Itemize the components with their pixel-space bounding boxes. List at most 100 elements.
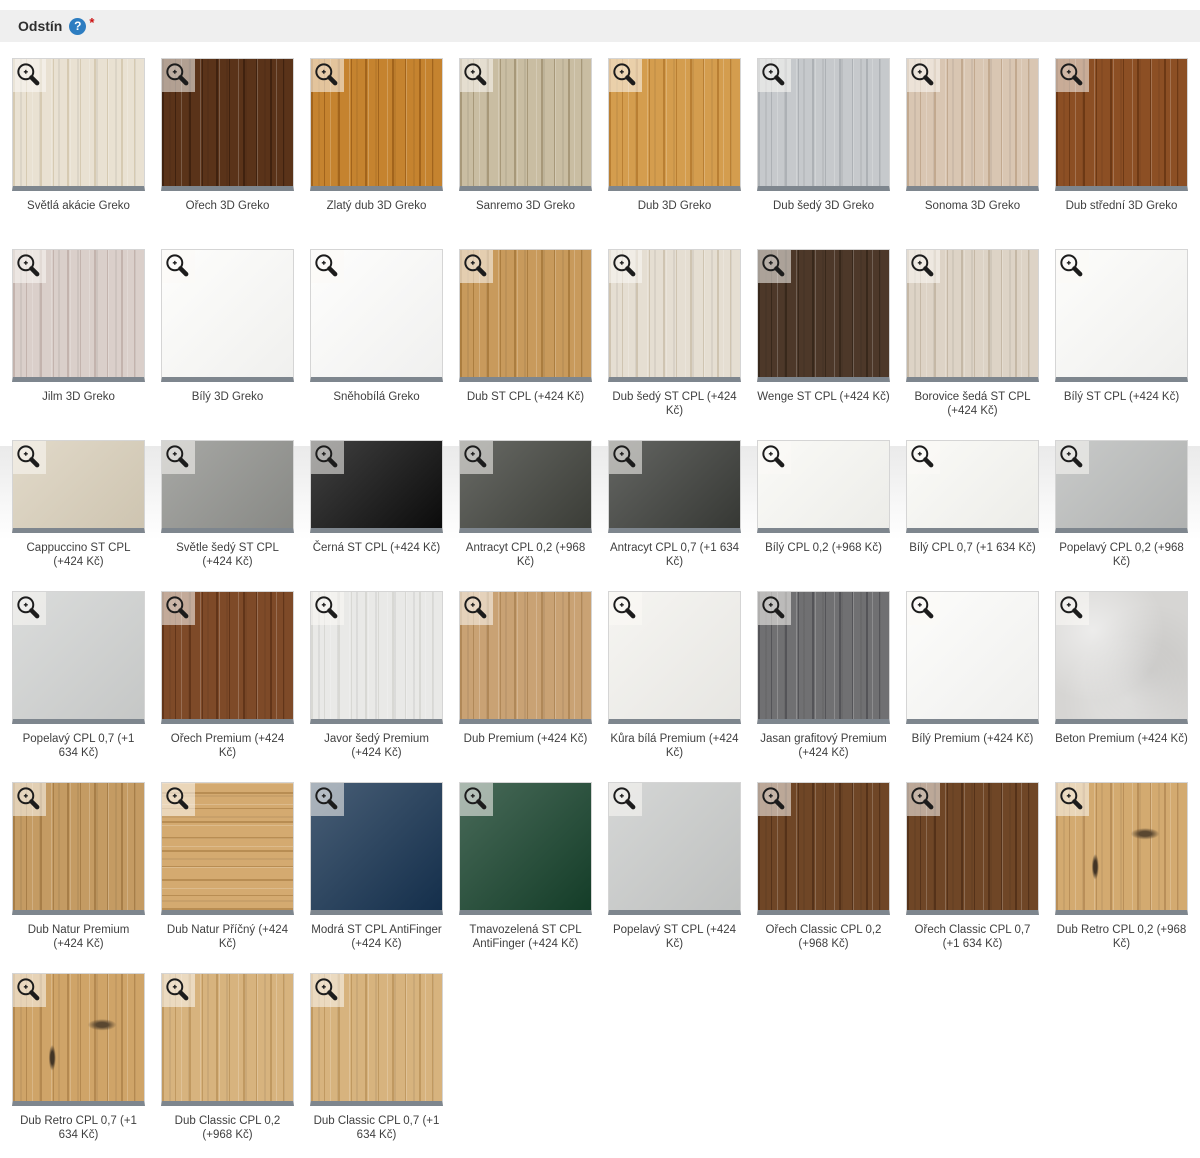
magnifier-plus-icon[interactable] [460, 592, 493, 625]
magnifier-plus-icon[interactable] [162, 592, 195, 625]
magnifier-plus-icon[interactable] [758, 441, 791, 474]
swatch-image[interactable] [757, 249, 890, 382]
swatch-image[interactable] [1055, 249, 1188, 382]
swatch-option[interactable]: Jilm 3D Greko [12, 249, 145, 418]
swatch-option[interactable]: Černá ST CPL (+424 Kč) [310, 440, 443, 569]
swatch-image[interactable] [608, 440, 741, 533]
magnifier-plus-icon[interactable] [907, 59, 940, 92]
swatch-image[interactable] [1055, 591, 1188, 724]
swatch-image[interactable] [459, 58, 592, 191]
swatch-option[interactable]: Jasan grafitový Premium (+424 Kč) [757, 591, 890, 760]
swatch-image[interactable] [459, 782, 592, 915]
magnifier-plus-icon[interactable] [460, 59, 493, 92]
swatch-option[interactable]: Dub Natur Příčný (+424 Kč) [161, 782, 294, 951]
swatch-image[interactable] [906, 249, 1039, 382]
magnifier-plus-icon[interactable] [609, 59, 642, 92]
swatch-option[interactable]: Světle šedý ST CPL (+424 Kč) [161, 440, 294, 569]
swatch-image[interactable] [12, 58, 145, 191]
swatch-image[interactable] [12, 440, 145, 533]
magnifier-plus-icon[interactable] [13, 441, 46, 474]
swatch-option[interactable]: Dub šedý 3D Greko [757, 58, 890, 227]
swatch-image[interactable] [757, 58, 890, 191]
magnifier-plus-icon[interactable] [907, 250, 940, 283]
magnifier-plus-icon[interactable] [1056, 441, 1089, 474]
swatch-image[interactable] [459, 249, 592, 382]
swatch-option[interactable]: Ořech Classic CPL 0,2 (+968 Kč) [757, 782, 890, 951]
magnifier-plus-icon[interactable] [907, 441, 940, 474]
swatch-image[interactable] [906, 58, 1039, 191]
magnifier-plus-icon[interactable] [758, 592, 791, 625]
swatch-option[interactable]: Dub Retro CPL 0,2 (+968 Kč) [1055, 782, 1188, 951]
swatch-option[interactable]: Popelavý ST CPL (+424 Kč) [608, 782, 741, 951]
swatch-option[interactable]: Popelavý CPL 0,2 (+968 Kč) [1055, 440, 1188, 569]
swatch-image[interactable] [310, 440, 443, 533]
magnifier-plus-icon[interactable] [162, 783, 195, 816]
swatch-option[interactable]: Sanremo 3D Greko [459, 58, 592, 227]
swatch-image[interactable] [310, 58, 443, 191]
swatch-option[interactable]: Světlá akácie Greko [12, 58, 145, 227]
swatch-image[interactable] [12, 249, 145, 382]
magnifier-plus-icon[interactable] [162, 250, 195, 283]
swatch-option[interactable]: Bílý CPL 0,2 (+968 Kč) [757, 440, 890, 569]
swatch-option[interactable]: Antracyt CPL 0,2 (+968 Kč) [459, 440, 592, 569]
swatch-option[interactable]: Bílý CPL 0,7 (+1 634 Kč) [906, 440, 1039, 569]
swatch-option[interactable]: Popelavý CPL 0,7 (+1 634 Kč) [12, 591, 145, 760]
swatch-image[interactable] [1055, 782, 1188, 915]
swatch-image[interactable] [161, 58, 294, 191]
magnifier-plus-icon[interactable] [311, 59, 344, 92]
swatch-option[interactable]: Ořech Classic CPL 0,7 (+1 634 Kč) [906, 782, 1039, 951]
swatch-image[interactable] [906, 782, 1039, 915]
swatch-image[interactable] [757, 440, 890, 533]
magnifier-plus-icon[interactable] [907, 592, 940, 625]
swatch-option[interactable]: Ořech 3D Greko [161, 58, 294, 227]
swatch-image[interactable] [310, 249, 443, 382]
magnifier-plus-icon[interactable] [460, 783, 493, 816]
magnifier-plus-icon[interactable] [758, 783, 791, 816]
swatch-image[interactable] [906, 591, 1039, 724]
swatch-image[interactable] [1055, 440, 1188, 533]
swatch-image[interactable] [161, 249, 294, 382]
swatch-image[interactable] [608, 782, 741, 915]
swatch-image[interactable] [161, 591, 294, 724]
swatch-image[interactable] [459, 591, 592, 724]
swatch-image[interactable] [459, 440, 592, 533]
magnifier-plus-icon[interactable] [311, 441, 344, 474]
swatch-option[interactable]: Dub 3D Greko [608, 58, 741, 227]
magnifier-plus-icon[interactable] [609, 250, 642, 283]
swatch-option[interactable]: Modrá ST CPL AntiFinger (+424 Kč) [310, 782, 443, 951]
help-icon[interactable]: ? [69, 18, 86, 35]
swatch-option[interactable]: Beton Premium (+424 Kč) [1055, 591, 1188, 760]
swatch-image[interactable] [12, 973, 145, 1106]
magnifier-plus-icon[interactable] [311, 783, 344, 816]
magnifier-plus-icon[interactable] [162, 974, 195, 1007]
swatch-image[interactable] [12, 591, 145, 724]
swatch-image[interactable] [310, 973, 443, 1106]
swatch-image[interactable] [12, 782, 145, 915]
swatch-image[interactable] [1055, 58, 1188, 191]
swatch-option[interactable]: Borovice šedá ST CPL (+424 Kč) [906, 249, 1039, 418]
swatch-image[interactable] [310, 782, 443, 915]
magnifier-plus-icon[interactable] [1056, 250, 1089, 283]
swatch-option[interactable]: Dub střední 3D Greko [1055, 58, 1188, 227]
swatch-image[interactable] [757, 591, 890, 724]
swatch-option[interactable]: Sonoma 3D Greko [906, 58, 1039, 227]
swatch-option[interactable]: Bílý 3D Greko [161, 249, 294, 418]
magnifier-plus-icon[interactable] [1056, 59, 1089, 92]
magnifier-plus-icon[interactable] [311, 974, 344, 1007]
swatch-option[interactable]: Cappuccino ST CPL (+424 Kč) [12, 440, 145, 569]
swatch-image[interactable] [161, 440, 294, 533]
swatch-option[interactable]: Bílý Premium (+424 Kč) [906, 591, 1039, 760]
swatch-image[interactable] [757, 782, 890, 915]
swatch-option[interactable]: Zlatý dub 3D Greko [310, 58, 443, 227]
magnifier-plus-icon[interactable] [13, 592, 46, 625]
magnifier-plus-icon[interactable] [13, 59, 46, 92]
swatch-option[interactable]: Javor šedý Premium (+424 Kč) [310, 591, 443, 760]
magnifier-plus-icon[interactable] [609, 783, 642, 816]
swatch-option[interactable]: Sněhobílá Greko [310, 249, 443, 418]
magnifier-plus-icon[interactable] [311, 592, 344, 625]
magnifier-plus-icon[interactable] [13, 250, 46, 283]
swatch-option[interactable]: Dub Classic CPL 0,7 (+1 634 Kč) [310, 973, 443, 1142]
swatch-image[interactable] [310, 591, 443, 724]
swatch-option[interactable]: Dub ST CPL (+424 Kč) [459, 249, 592, 418]
swatch-option[interactable]: Ořech Premium (+424 Kč) [161, 591, 294, 760]
